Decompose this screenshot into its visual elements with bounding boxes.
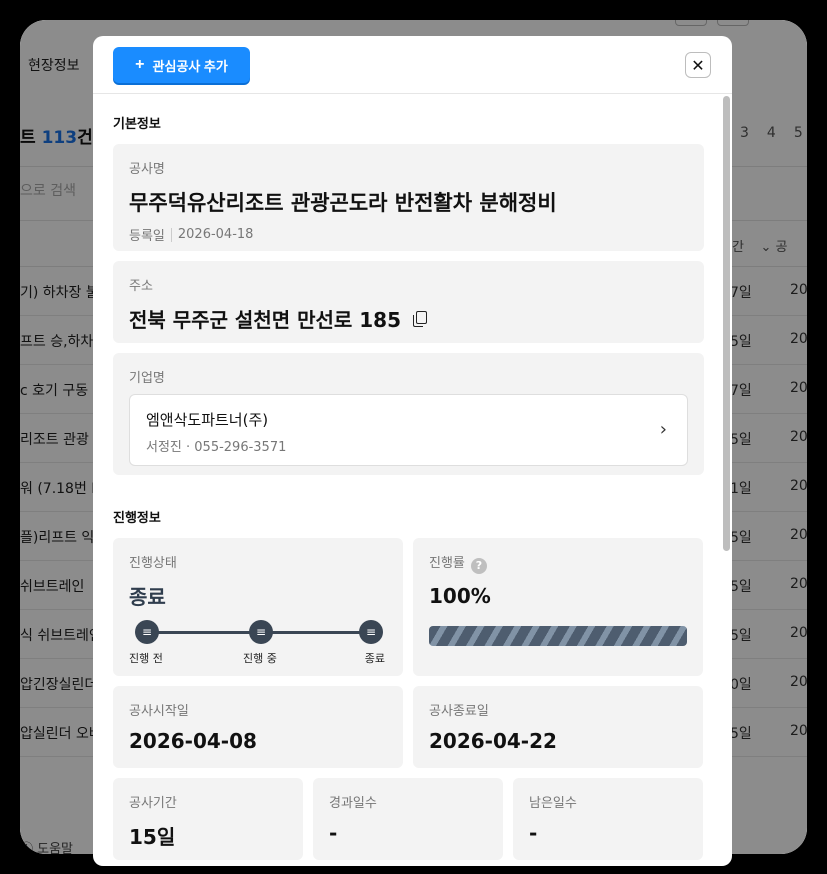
address-value: 전북 무주군 설천면 만선로 185 [129, 308, 401, 332]
meta-separator [170, 227, 172, 242]
question-icon[interactable]: ? [470, 557, 487, 574]
status-label: 진행상태 [129, 556, 177, 571]
close-icon: ✕ [691, 55, 705, 75]
progress-info-title: 진행정보 [113, 511, 161, 526]
step-label: 진행 전 [129, 652, 163, 665]
step-label: 종료 [364, 652, 385, 665]
end-date-label: 공사종료일 [429, 704, 489, 719]
end-date-value: 2026-04-22 [429, 729, 557, 753]
company-name: 엠앤삭도파트너(주) [146, 411, 269, 429]
company-label: 기업명 [129, 371, 165, 386]
registered-label: 등록일 [129, 229, 165, 244]
scrollbar[interactable] [723, 96, 730, 551]
step-dot-in-progress: ≡ [249, 620, 273, 644]
progress-bar [429, 626, 687, 646]
registered-date: 2026-04-18 [177, 227, 254, 242]
elapsed-label: 경과일수 [329, 796, 377, 811]
menu-icon: ≡ [141, 625, 153, 639]
progress-rate-value: 100% [429, 583, 491, 608]
progress-rate-label-row: 진행률? [429, 552, 687, 574]
project-name-label: 공사명 [129, 162, 165, 177]
status-value: 종료 [129, 585, 166, 609]
copy-icon[interactable] [413, 310, 427, 327]
project-detail-modal: + 관심공사 추가 ✕ 기본정보 공사명 무주덕유산리조트 관광곤도라 반전활차… [93, 36, 732, 866]
plus-icon: + [135, 56, 145, 73]
close-button[interactable]: ✕ [685, 52, 711, 78]
elapsed-value: - [329, 821, 338, 845]
step-dot-done: ≡ [359, 620, 383, 644]
address-row: 전북 무주군 설천면 만선로 185 [129, 304, 688, 333]
days-grid: 공사기간 15일 경과일수 - 남은일수 - [113, 778, 704, 860]
step-dot-before: ≡ [135, 620, 159, 644]
company-link[interactable]: 엠앤삭도파트너(주) 서정진 · 055-296-3571 › [129, 394, 688, 466]
modal-body[interactable]: 기본정보 공사명 무주덕유산리조트 관광곤도라 반전활차 분해정비 등록일 20… [93, 94, 732, 866]
end-date-card: 공사종료일 2026-04-22 [413, 686, 703, 768]
project-name-card: 공사명 무주덕유산리조트 관광곤도라 반전활차 분해정비 등록일 2026-04… [113, 144, 704, 251]
project-name: 무주덕유산리조트 관광곤도라 반전활차 분해정비 [129, 191, 557, 215]
company-card: 기업명 엠앤삭도파트너(주) 서정진 · 055-296-3571 › [113, 353, 704, 475]
add-interest-project-button[interactable]: + 관심공사 추가 [113, 47, 250, 83]
start-date-label: 공사시작일 [129, 704, 189, 719]
progress-rate-card: 진행률? 100% [413, 538, 703, 676]
status-card: 진행상태 종료 ≡ ≡ ≡ 진행 전 진행 중 종료 [113, 538, 403, 676]
duration-label: 공사기간 [129, 796, 177, 811]
company-contact: 서정진 · 055-296-3571 [146, 440, 287, 455]
duration-value: 15일 [129, 825, 176, 849]
duration-card: 공사기간 15일 [113, 778, 303, 860]
address-label: 주소 [129, 279, 153, 294]
remaining-label: 남은일수 [529, 796, 577, 811]
progress-rate-label: 진행률 [429, 556, 465, 571]
menu-icon: ≡ [255, 625, 267, 639]
date-grid: 공사시작일 2026-04-08 공사종료일 2026-04-22 [113, 686, 704, 768]
elapsed-card: 경과일수 - [313, 778, 503, 860]
menu-icon: ≡ [365, 625, 377, 639]
remaining-value: - [529, 821, 538, 845]
status-grid: 진행상태 종료 ≡ ≡ ≡ 진행 전 진행 중 종료 진행률? 100% [113, 538, 704, 676]
modal-header: + 관심공사 추가 ✕ [93, 36, 732, 94]
registered-meta: 등록일 2026-04-18 [129, 225, 688, 244]
basic-info-title: 기본정보 [113, 117, 161, 132]
start-date-value: 2026-04-08 [129, 729, 257, 753]
remaining-card: 남은일수 - [513, 778, 703, 860]
step-label: 진행 중 [243, 652, 277, 665]
add-button-label: 관심공사 추가 [152, 58, 228, 74]
start-date-card: 공사시작일 2026-04-08 [113, 686, 403, 768]
address-card: 주소 전북 무주군 설천면 만선로 185 [113, 261, 704, 343]
status-stepper: ≡ ≡ ≡ [135, 620, 383, 644]
chevron-right-icon: › [659, 419, 667, 440]
